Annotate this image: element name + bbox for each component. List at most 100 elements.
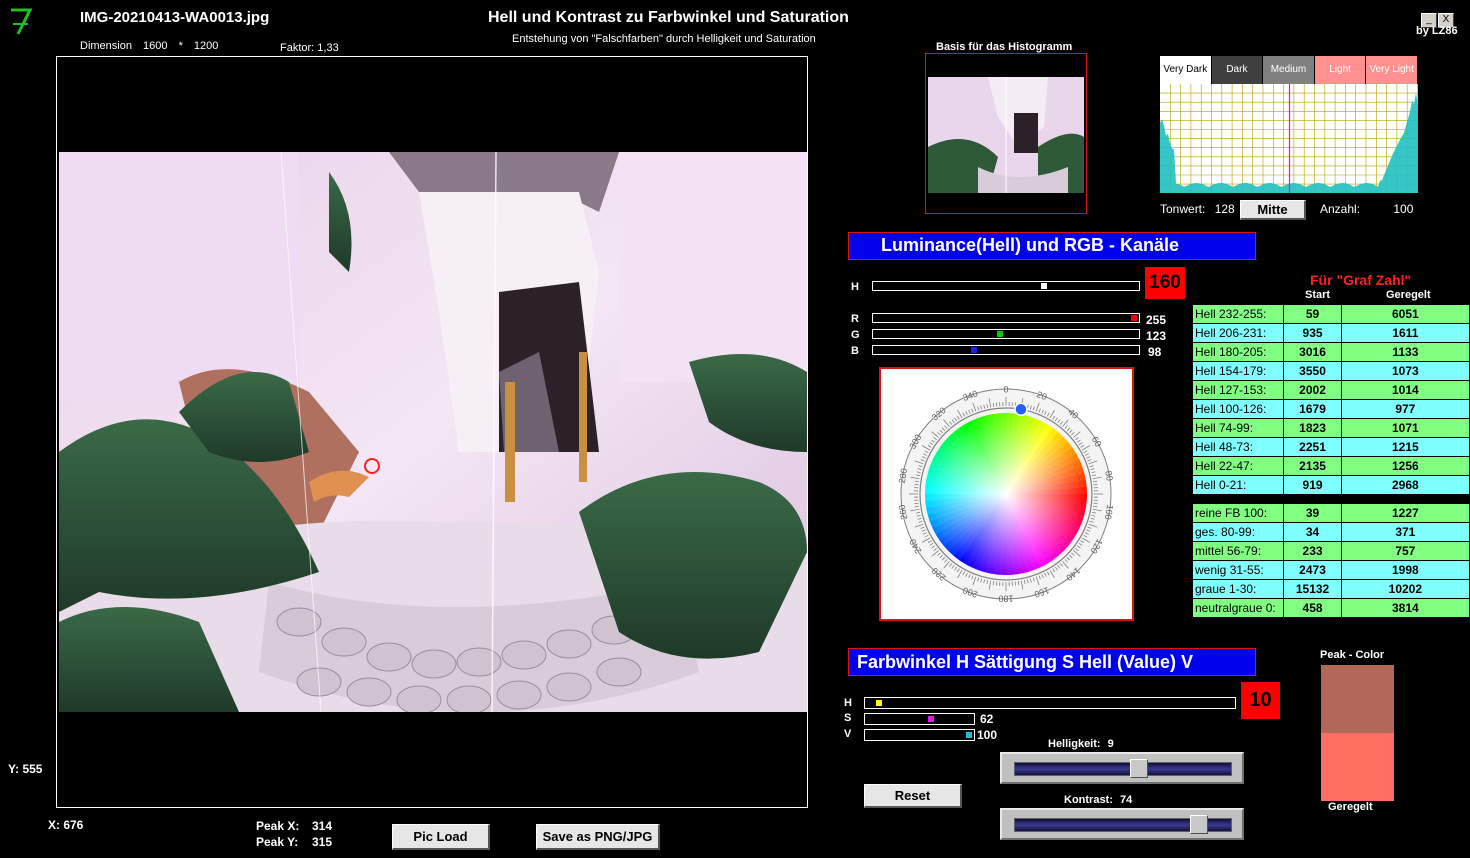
app-subtitle: Entstehung von "Falschfarben" durch Hell… [512, 33, 816, 45]
tone-band-light: Light [1314, 56, 1367, 84]
hsv-h-slider[interactable] [864, 697, 1236, 709]
lum-b-value: 98 [1148, 345, 1162, 359]
coordinate-x: X: 676 [48, 818, 84, 832]
lum-h-value: 160 [1145, 267, 1185, 299]
wheel-tick [992, 402, 995, 407]
wheel-tick [914, 480, 919, 483]
helligkeit-label: Helligkeit: [1048, 738, 1101, 750]
lum-r-thumb[interactable] [1131, 315, 1137, 321]
graf-cell-start: 3550 [1283, 361, 1342, 381]
graf-cell-start: 919 [1283, 475, 1342, 495]
graf-row: Hell 180-205: 3016 1133 [1191, 342, 1470, 362]
peak-color-label: Peak - Color [1320, 649, 1385, 661]
graf-cell-geregelt: 1073 [1340, 361, 1470, 381]
wheel-angle-label: 80 [1103, 470, 1115, 482]
peak-coordinates: Peak X: Peak Y: 314 315 [256, 818, 356, 852]
hsv-v-value: 100 [977, 728, 998, 742]
graf-cell-geregelt: 1227 [1340, 503, 1470, 523]
graf-cell-geregelt: 6051 [1340, 304, 1470, 324]
graf-sep-cell [1191, 494, 1285, 504]
graf-cell-start: 2473 [1283, 560, 1342, 580]
file-name: IMG-20210413-WA0013.jpg [80, 9, 270, 26]
graf-cell-geregelt: 1071 [1340, 418, 1470, 438]
tone-band-header: Very Dark Dark Medium Light Very Light [1160, 56, 1418, 84]
hsv-v-thumb[interactable] [966, 732, 972, 738]
lum-h-slider[interactable] [872, 281, 1140, 291]
helligkeit-knob[interactable] [1130, 759, 1148, 778]
reset-button[interactable]: Reset [864, 784, 962, 808]
graf-cell-label: graue 1-30: [1191, 579, 1285, 599]
hsv-s-value: 62 [980, 712, 994, 726]
wheel-tick [1017, 581, 1020, 586]
luminance-section-title: Luminance(Hell) und RGB - Kanäle [848, 232, 1256, 260]
wheel-tick [1093, 505, 1098, 508]
wheel-hue-marker [1014, 402, 1028, 417]
graf-cell-label: Hell 206-231: [1191, 323, 1285, 343]
graf-row: mittel 56-79: 233 757 [1191, 541, 1470, 561]
lum-b-thumb[interactable] [971, 347, 978, 353]
lum-g-slider[interactable] [872, 329, 1140, 339]
times-sign: * [178, 40, 183, 52]
graf-cell-start: 3016 [1283, 342, 1342, 362]
lum-h-thumb[interactable] [1040, 283, 1047, 289]
graf-cell-geregelt: 1611 [1340, 323, 1470, 343]
hsv-h-thumb[interactable] [875, 700, 882, 706]
kontrast-slider[interactable] [1000, 808, 1244, 840]
color-wheel-panel: 0 20 40 60 80 100 120 140 160 180 200 220 240 260 280 3… [879, 367, 1134, 621]
graf-cell-start: 233 [1283, 541, 1342, 561]
pic-load-button[interactable]: Pic Load [392, 824, 490, 850]
loaded-photo[interactable] [59, 152, 807, 712]
hsv-s-label: S [844, 712, 852, 724]
graf-cell-start: 2002 [1283, 380, 1342, 400]
lum-b-slider[interactable] [872, 345, 1140, 355]
hsv-h-value: 10 [1241, 682, 1280, 719]
image-viewer[interactable] [56, 56, 808, 808]
graf-row: Hell 232-255: 59 6051 [1191, 304, 1470, 324]
graf-cell-geregelt: 1256 [1340, 456, 1470, 476]
lum-g-thumb[interactable] [996, 331, 1003, 337]
lum-r-slider[interactable] [872, 313, 1140, 323]
graf-row: Hell 154-179: 3550 1073 [1191, 361, 1470, 381]
kontrast-value: 74 [1119, 794, 1133, 806]
graf-cell-geregelt: 10202 [1340, 579, 1470, 599]
graf-cell-label: ges. 80-99: [1191, 522, 1285, 542]
graf-cell-geregelt: 977 [1340, 399, 1470, 419]
histogram-basis-preview [925, 53, 1087, 214]
graf-cell-start: 2135 [1283, 456, 1342, 476]
peak-y-label: Peak Y: [256, 835, 299, 849]
mitte-button[interactable]: Mitte [1240, 200, 1306, 220]
color-wheel[interactable]: 0 204060801001201401601802002202402602803… [881, 369, 1132, 619]
tone-band-very-dark: Very Dark [1160, 56, 1212, 84]
peak-color-swatches [1320, 664, 1395, 802]
faktor-label: Faktor: [280, 42, 315, 54]
thumbnail-photo [928, 77, 1084, 193]
helligkeit-slider[interactable] [1000, 752, 1244, 784]
graf-cell-start: 15132 [1283, 579, 1342, 599]
graf-row: wenig 31-55: 2473 1998 [1191, 560, 1470, 580]
byline: by LZ86 [1416, 25, 1458, 37]
hsv-s-thumb[interactable] [927, 716, 934, 722]
save-button[interactable]: Save as PNG/JPG [536, 824, 660, 850]
graf-row: neutralgraue 0: 458 3814 [1191, 598, 1470, 618]
anzahl-label: Anzahl: [1320, 202, 1361, 216]
graf-cell-label: Hell 180-205: [1191, 342, 1285, 362]
graf-cell-geregelt: 1998 [1340, 560, 1470, 580]
image-width: 1600 [143, 40, 168, 52]
wheel-tick [914, 505, 919, 508]
tonwert-label: Tonwert: [1160, 202, 1206, 216]
tone-band-very-light: Very Light [1366, 56, 1418, 84]
kontrast-caption: Kontrast: 74 [1064, 794, 1132, 806]
graf-cell-label: Hell 48-73: [1191, 437, 1285, 457]
histogram-chart[interactable] [1160, 84, 1418, 193]
hsv-v-slider[interactable] [864, 729, 975, 741]
lum-g-label: G [851, 329, 860, 341]
graf-cell-start: 1679 [1283, 399, 1342, 419]
lum-r-value: 255 [1146, 313, 1167, 327]
graf-row: Hell 0-21: 919 2968 [1191, 475, 1470, 495]
hsv-h-label: H [844, 697, 852, 709]
graf-sep-cell [1340, 494, 1470, 504]
graf-cell-start: 34 [1283, 522, 1342, 542]
kontrast-knob[interactable] [1190, 815, 1208, 834]
hsv-s-slider[interactable] [864, 713, 975, 725]
col-start-header: Start [1305, 289, 1331, 301]
